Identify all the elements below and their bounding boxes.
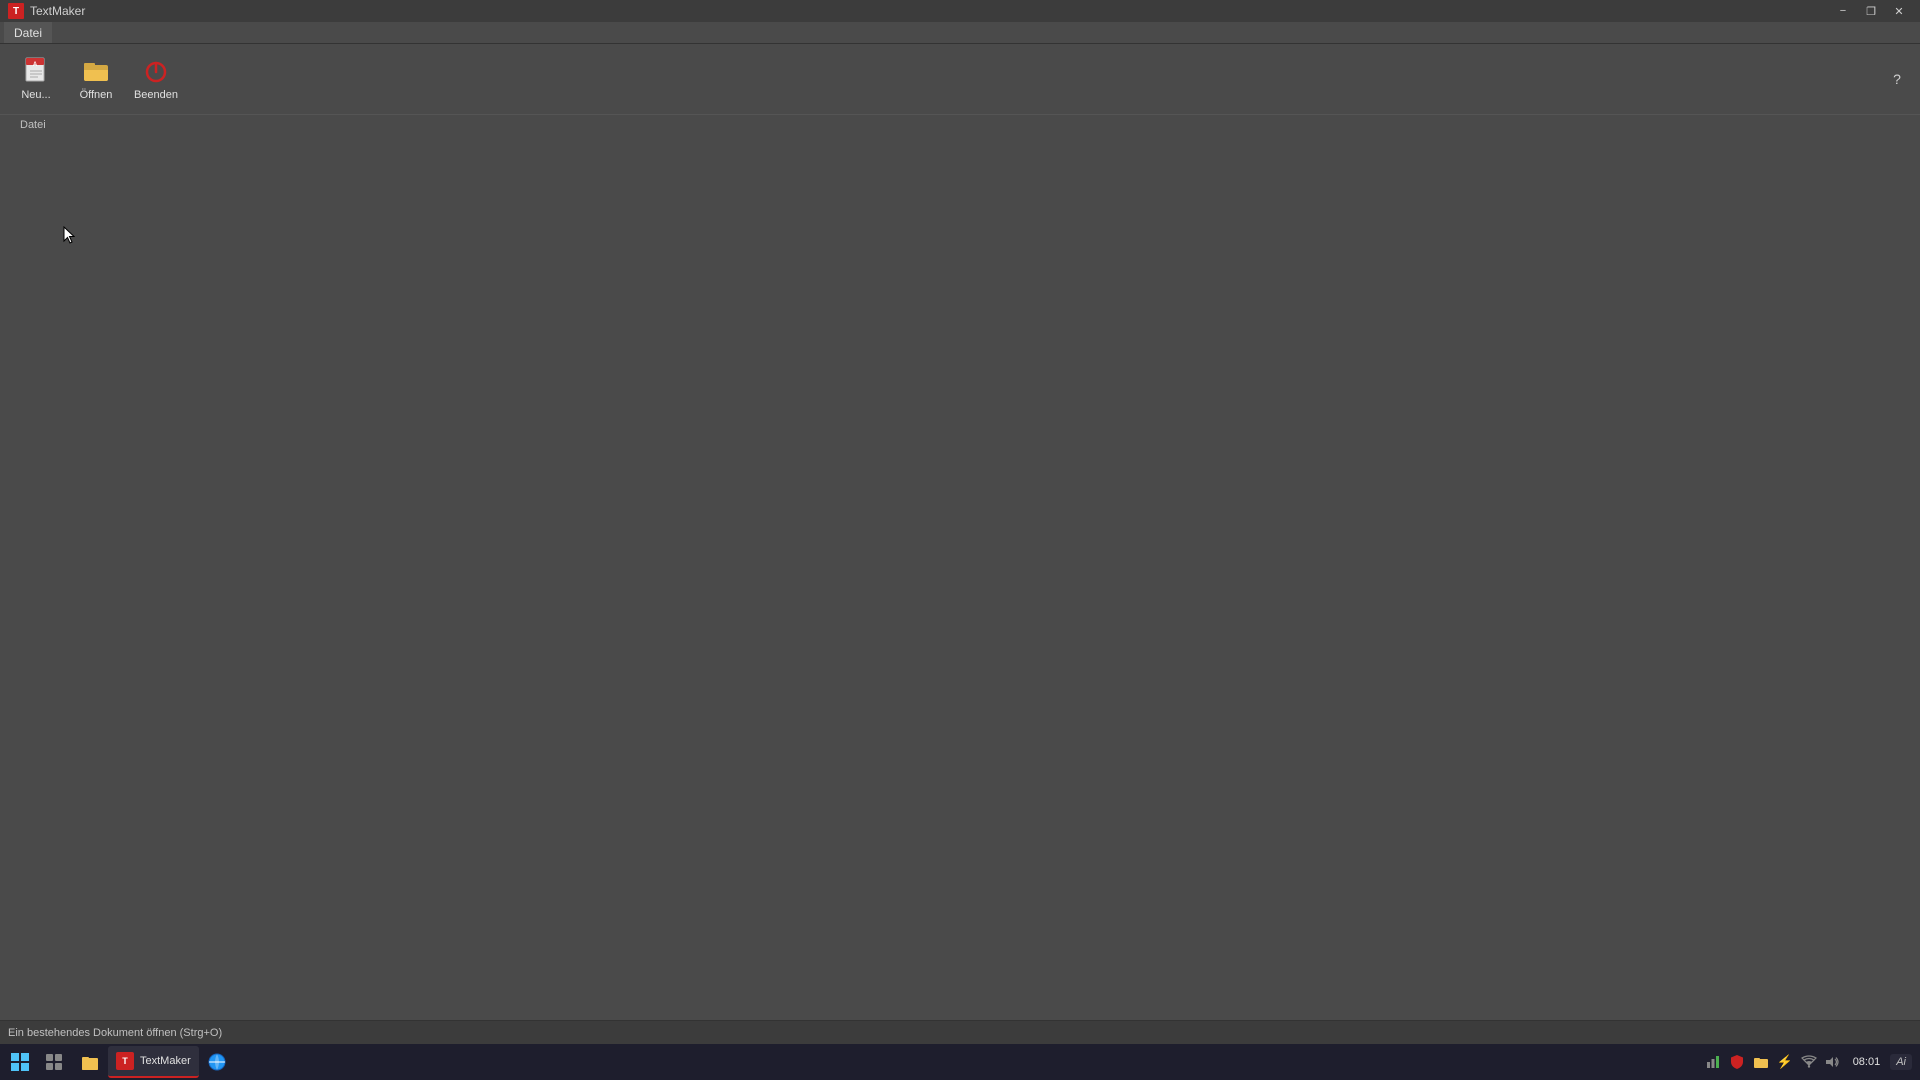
tray-icon-volume[interactable]	[1823, 1052, 1843, 1072]
svg-text:A: A	[33, 62, 38, 68]
textmaker-taskbar-icon: T	[116, 1052, 134, 1070]
textmaker-taskbar-label: TextMaker	[140, 1055, 191, 1067]
folder-tray-icon	[1753, 1055, 1769, 1069]
quit-button[interactable]: Beenden	[128, 49, 184, 109]
file-manager-taskbar[interactable]	[74, 1046, 106, 1078]
system-clock[interactable]: 08:01	[1847, 1056, 1887, 1068]
ai-button[interactable]: Ai	[1890, 1054, 1912, 1070]
close-button[interactable]: ✕	[1886, 2, 1912, 20]
tray-icon-bluetooth[interactable]: ⚡	[1775, 1052, 1795, 1072]
task-view-button[interactable]	[38, 1046, 70, 1078]
volume-icon	[1825, 1055, 1841, 1069]
task-view-icon	[45, 1053, 63, 1071]
restore-button[interactable]: ❐	[1858, 2, 1884, 20]
power-icon	[140, 55, 172, 87]
wifi-icon	[1801, 1055, 1817, 1069]
quit-button-label: Beenden	[134, 89, 178, 102]
taskbar: T TextMaker	[0, 1044, 1920, 1080]
title-bar: T TextMaker − ❐ ✕	[0, 0, 1920, 22]
new-doc-icon: A	[20, 55, 52, 87]
tray-icon-1[interactable]	[1703, 1052, 1723, 1072]
title-text: TextMaker	[30, 4, 85, 18]
folder-icon	[80, 55, 112, 87]
title-left: T TextMaker	[8, 3, 85, 19]
taskbar-right: ⚡ 08:01 Ai	[1703, 1052, 1916, 1072]
open-button-label: Öffnen	[80, 89, 113, 102]
tray-icon-shield[interactable]	[1727, 1052, 1747, 1072]
toolbar: A Neu... Öffnen Beenden ?	[0, 44, 1920, 114]
main-content	[0, 134, 1920, 1020]
ribbon-bar: Datei	[0, 114, 1920, 134]
start-button[interactable]	[4, 1046, 36, 1078]
browser-taskbar[interactable]	[201, 1046, 233, 1078]
ribbon-category-datei[interactable]: Datei	[8, 117, 58, 133]
menu-bar: Datei	[0, 22, 1920, 44]
open-button[interactable]: Öffnen	[68, 49, 124, 109]
help-icon: ?	[1893, 71, 1901, 87]
cursor	[63, 226, 75, 244]
shield-icon	[1730, 1054, 1744, 1070]
tray-icon-folder[interactable]	[1751, 1052, 1771, 1072]
new-button-label: Neu...	[21, 89, 50, 102]
help-button[interactable]: ?	[1882, 64, 1912, 94]
windows-icon	[10, 1052, 30, 1072]
new-button[interactable]: A Neu...	[8, 49, 64, 109]
tray-icon-wifi[interactable]	[1799, 1052, 1819, 1072]
network-icon	[1705, 1054, 1721, 1070]
status-bar: Ein bestehendes Dokument öffnen (Strg+O)	[0, 1020, 1920, 1044]
app-icon: T	[8, 3, 24, 19]
minimize-button[interactable]: −	[1830, 2, 1856, 20]
taskbar-apps: T TextMaker	[74, 1046, 233, 1078]
browser-icon	[207, 1052, 227, 1072]
file-manager-icon	[80, 1052, 100, 1072]
toolbar-right: ?	[1882, 64, 1912, 94]
textmaker-taskbar-app[interactable]: T TextMaker	[108, 1046, 199, 1078]
menu-item-datei[interactable]: Datei	[4, 22, 52, 43]
status-text: Ein bestehendes Dokument öffnen (Strg+O)	[8, 1027, 222, 1039]
title-controls: − ❐ ✕	[1830, 2, 1912, 20]
taskbar-left	[4, 1046, 70, 1078]
